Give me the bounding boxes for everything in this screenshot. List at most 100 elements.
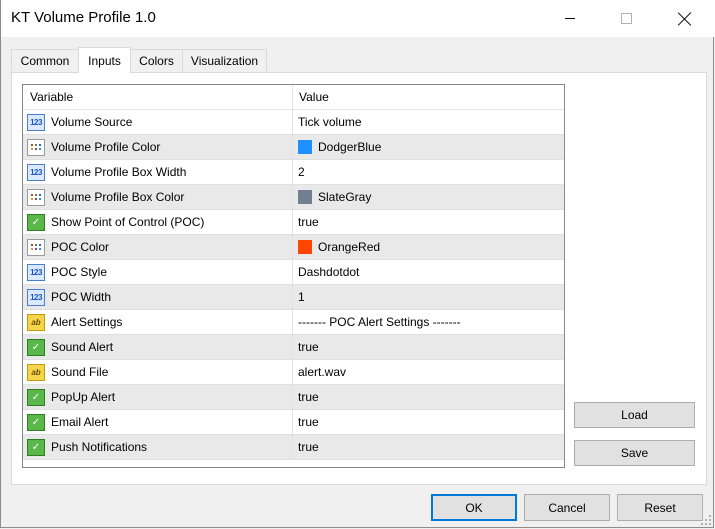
- tab-inputs[interactable]: Inputs: [78, 47, 131, 73]
- variable-cell[interactable]: ✓ Push Notifications: [23, 435, 293, 459]
- table-row[interactable]: ab Sound File alert.wav: [23, 360, 564, 385]
- table-row[interactable]: 123 POC Style Dashdotdot: [23, 260, 564, 285]
- number-icon: 123: [27, 288, 45, 306]
- variable-cell[interactable]: Volume Profile Color: [23, 135, 293, 159]
- color-swatch: [298, 240, 312, 254]
- save-button[interactable]: Save: [574, 440, 695, 466]
- value-cell[interactable]: 1: [293, 285, 564, 309]
- value-cell[interactable]: true: [293, 385, 564, 409]
- close-button[interactable]: [662, 0, 708, 37]
- table-row[interactable]: POC Color OrangeRed: [23, 235, 564, 260]
- color-icon: [27, 238, 45, 256]
- color-icon: [27, 188, 45, 206]
- table-row[interactable]: 123 Volume Source Tick volume: [23, 110, 564, 135]
- table-row[interactable]: ✓ Push Notifications true: [23, 435, 564, 460]
- variable-cell[interactable]: ✓ Sound Alert: [23, 335, 293, 359]
- tab-common[interactable]: Common: [11, 49, 79, 71]
- variable-cell[interactable]: ✓ Show Point of Control (POC): [23, 210, 293, 234]
- boolean-icon: ✓: [27, 338, 45, 356]
- variable-label: Volume Profile Box Width: [51, 165, 187, 179]
- value-cell[interactable]: ------- POC Alert Settings -------: [293, 310, 564, 334]
- variable-cell[interactable]: Volume Profile Box Color: [23, 185, 293, 209]
- value-label: ------- POC Alert Settings -------: [298, 315, 461, 329]
- table-row[interactable]: ✓ PopUp Alert true: [23, 385, 564, 410]
- variable-label: Volume Source: [51, 115, 133, 129]
- value-cell[interactable]: true: [293, 410, 564, 434]
- value-cell[interactable]: alert.wav: [293, 360, 564, 384]
- value-label: true: [298, 340, 319, 354]
- table-row[interactable]: ab Alert Settings ------- POC Alert Settin…: [23, 310, 564, 335]
- variable-cell[interactable]: ab Sound File: [23, 360, 293, 384]
- variable-cell[interactable]: ✓ Email Alert: [23, 410, 293, 434]
- variable-cell[interactable]: 123 Volume Source: [23, 110, 293, 134]
- value-cell[interactable]: true: [293, 435, 564, 459]
- minimize-icon: [565, 18, 575, 19]
- maximize-button: [603, 0, 649, 37]
- value-label: OrangeRed: [318, 240, 381, 254]
- boolean-icon: ✓: [27, 413, 45, 431]
- string-icon: ab: [27, 313, 45, 331]
- title-bar[interactable]: KT Volume Profile 1.0: [1, 0, 715, 37]
- table-row[interactable]: 123 POC Width 1: [23, 285, 564, 310]
- value-cell[interactable]: true: [293, 210, 564, 234]
- reset-button[interactable]: Reset: [617, 494, 703, 521]
- tab-visualization[interactable]: Visualization: [182, 49, 267, 71]
- dialog-window: KT Volume Profile 1.0 Common Inputs Colo…: [0, 0, 715, 528]
- value-label: DodgerBlue: [318, 140, 382, 154]
- cancel-button[interactable]: Cancel: [524, 494, 610, 521]
- load-button[interactable]: Load: [574, 402, 695, 428]
- variable-label: PopUp Alert: [51, 390, 116, 404]
- window-title: KT Volume Profile 1.0: [11, 9, 156, 26]
- value-cell[interactable]: true: [293, 335, 564, 359]
- table-row[interactable]: ✓ Email Alert true: [23, 410, 564, 435]
- tab-colors[interactable]: Colors: [130, 49, 183, 71]
- variable-label: Push Notifications: [51, 440, 148, 454]
- variable-cell[interactable]: ✓ PopUp Alert: [23, 385, 293, 409]
- value-label: true: [298, 440, 319, 454]
- value-label: 2: [298, 165, 305, 179]
- variable-label: Sound Alert: [51, 340, 114, 354]
- value-label: Tick volume: [298, 115, 362, 129]
- close-icon: [678, 12, 692, 26]
- column-header-value[interactable]: Value: [293, 85, 564, 109]
- value-label: Dashdotdot: [298, 265, 360, 279]
- variable-cell[interactable]: 123 POC Width: [23, 285, 293, 309]
- value-label: SlateGray: [318, 190, 372, 204]
- ok-button[interactable]: OK: [431, 494, 517, 521]
- value-label: 1: [298, 290, 305, 304]
- value-label: alert.wav: [298, 365, 347, 379]
- color-icon: [27, 138, 45, 156]
- minimize-button[interactable]: [547, 0, 593, 37]
- resize-grip-icon[interactable]: [701, 515, 711, 525]
- color-swatch: [298, 190, 312, 204]
- table-row[interactable]: Volume Profile Color DodgerBlue: [23, 135, 564, 160]
- value-label: true: [298, 390, 319, 404]
- variable-label: Show Point of Control (POC): [51, 215, 205, 229]
- table-row[interactable]: 123 Volume Profile Box Width 2: [23, 160, 564, 185]
- value-cell[interactable]: 2: [293, 160, 564, 184]
- variable-cell[interactable]: ab Alert Settings: [23, 310, 293, 334]
- variable-cell[interactable]: POC Color: [23, 235, 293, 259]
- value-cell[interactable]: DodgerBlue: [293, 135, 564, 159]
- variable-label: POC Style: [51, 265, 108, 279]
- value-cell[interactable]: Dashdotdot: [293, 260, 564, 284]
- table-row[interactable]: ✓ Sound Alert true: [23, 335, 564, 360]
- inputs-grid: Variable Value 123 Volume Source Tick volu…: [22, 84, 565, 468]
- number-icon: 123: [27, 163, 45, 181]
- number-icon: 123: [27, 113, 45, 131]
- value-cell[interactable]: OrangeRed: [293, 235, 564, 259]
- variable-label: Email Alert: [51, 415, 109, 429]
- string-icon: ab: [27, 363, 45, 381]
- variable-label: Volume Profile Box Color: [51, 190, 185, 204]
- value-cell[interactable]: SlateGray: [293, 185, 564, 209]
- variable-cell[interactable]: 123 POC Style: [23, 260, 293, 284]
- value-label: true: [298, 415, 319, 429]
- number-icon: 123: [27, 263, 45, 281]
- variable-label: POC Width: [51, 290, 112, 304]
- boolean-icon: ✓: [27, 388, 45, 406]
- value-cell[interactable]: Tick volume: [293, 110, 564, 134]
- column-header-variable[interactable]: Variable: [23, 85, 293, 109]
- table-row[interactable]: ✓ Show Point of Control (POC) true: [23, 210, 564, 235]
- variable-cell[interactable]: 123 Volume Profile Box Width: [23, 160, 293, 184]
- table-row[interactable]: Volume Profile Box Color SlateGray: [23, 185, 564, 210]
